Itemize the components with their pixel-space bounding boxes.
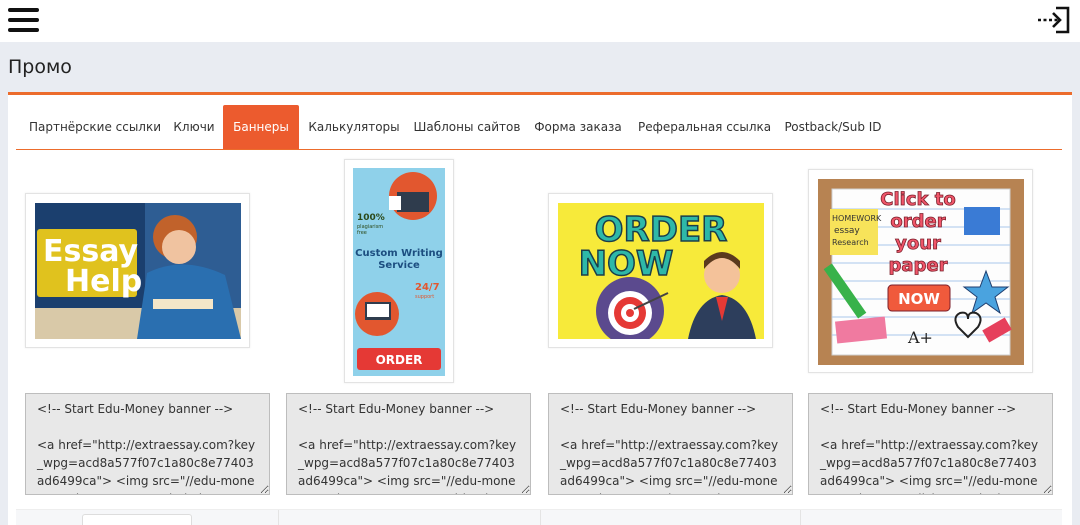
logout-icon[interactable] bbox=[1036, 4, 1072, 36]
banner-essay-help[interactable]: Essay Help bbox=[25, 193, 250, 348]
page-title: Промо bbox=[8, 56, 72, 78]
banner-order-now-image: ORDER NOW bbox=[558, 203, 764, 339]
column-divider bbox=[278, 510, 279, 525]
banner-code-textarea-3[interactable]: <!-- Start Edu-Money banner --> <a href=… bbox=[548, 393, 793, 495]
banner-cto-line-1: Click to bbox=[880, 189, 955, 210]
banner-cto-essay: essay bbox=[834, 226, 860, 236]
banner-cw-free: free bbox=[357, 230, 367, 236]
banner-cto-line-3: your bbox=[895, 233, 941, 254]
banner-click-to-order-image: HOMEWORK essay Research Click to order y… bbox=[818, 179, 1024, 365]
banner-cto-homework: HOMEWORK bbox=[832, 214, 882, 223]
banner-cw-percent: 100% bbox=[357, 213, 385, 223]
banner-code-textarea-2[interactable]: <!-- Start Edu-Money banner --> <a href=… bbox=[286, 393, 531, 495]
next-row-stub bbox=[82, 514, 192, 525]
column-divider bbox=[540, 510, 541, 525]
next-row-partial bbox=[16, 509, 1062, 525]
tab-postback-sub-id[interactable]: Postback/Sub ID bbox=[782, 105, 884, 149]
tab-banners[interactable]: Баннеры bbox=[223, 105, 299, 149]
column-divider bbox=[800, 510, 801, 525]
tab-order-form[interactable]: Форма заказа bbox=[534, 105, 622, 149]
banner-custom-writing[interactable]: 100% plagiarism free Custom Writing Serv… bbox=[344, 159, 454, 383]
hamburger-menu-icon[interactable] bbox=[8, 6, 40, 34]
banner-cw-247: 24/7 bbox=[415, 282, 440, 293]
banner-cw-title: Custom Writing bbox=[355, 248, 443, 259]
banner-essay-help-word-2: Help bbox=[65, 264, 142, 299]
top-bar bbox=[0, 0, 1080, 42]
tab-site-templates[interactable]: Шаблоны сайтов bbox=[413, 105, 521, 149]
banner-cto-grade: A+ bbox=[907, 328, 933, 347]
tab-bar: Партнёрские ссылки Ключи Баннеры Калькул… bbox=[16, 105, 1062, 150]
tab-partner-links[interactable]: Партнёрские ссылки bbox=[24, 105, 166, 149]
banner-code-textarea-1[interactable]: <!-- Start Edu-Money banner --> <a href=… bbox=[25, 393, 270, 495]
banner-cto-research: Research bbox=[832, 238, 869, 247]
tab-calculators[interactable]: Калькуляторы bbox=[306, 105, 402, 149]
banner-cw-order: ORDER bbox=[376, 353, 423, 367]
promo-card: Партнёрские ссылки Ключи Баннеры Калькул… bbox=[8, 92, 1072, 525]
banner-cw-service: Service bbox=[378, 260, 420, 271]
banner-click-to-order[interactable]: HOMEWORK essay Research Click to order y… bbox=[808, 169, 1033, 373]
banner-cw-support: support bbox=[415, 294, 434, 300]
banner-essay-help-image: Essay Help bbox=[35, 203, 241, 339]
banner-custom-writing-image: 100% plagiarism free Custom Writing Serv… bbox=[353, 168, 445, 376]
banner-order-now[interactable]: ORDER NOW bbox=[548, 193, 773, 348]
banner-cto-line-2: order bbox=[890, 211, 945, 232]
tab-keys[interactable]: Ключи bbox=[166, 105, 222, 149]
tab-referral-link[interactable]: Реферальная ссылка bbox=[638, 105, 771, 149]
banner-cto-line-4: paper bbox=[888, 255, 947, 276]
banner-code-textarea-4[interactable]: <!-- Start Edu-Money banner --> <a href=… bbox=[808, 393, 1053, 495]
banner-cto-now: NOW bbox=[898, 290, 940, 308]
